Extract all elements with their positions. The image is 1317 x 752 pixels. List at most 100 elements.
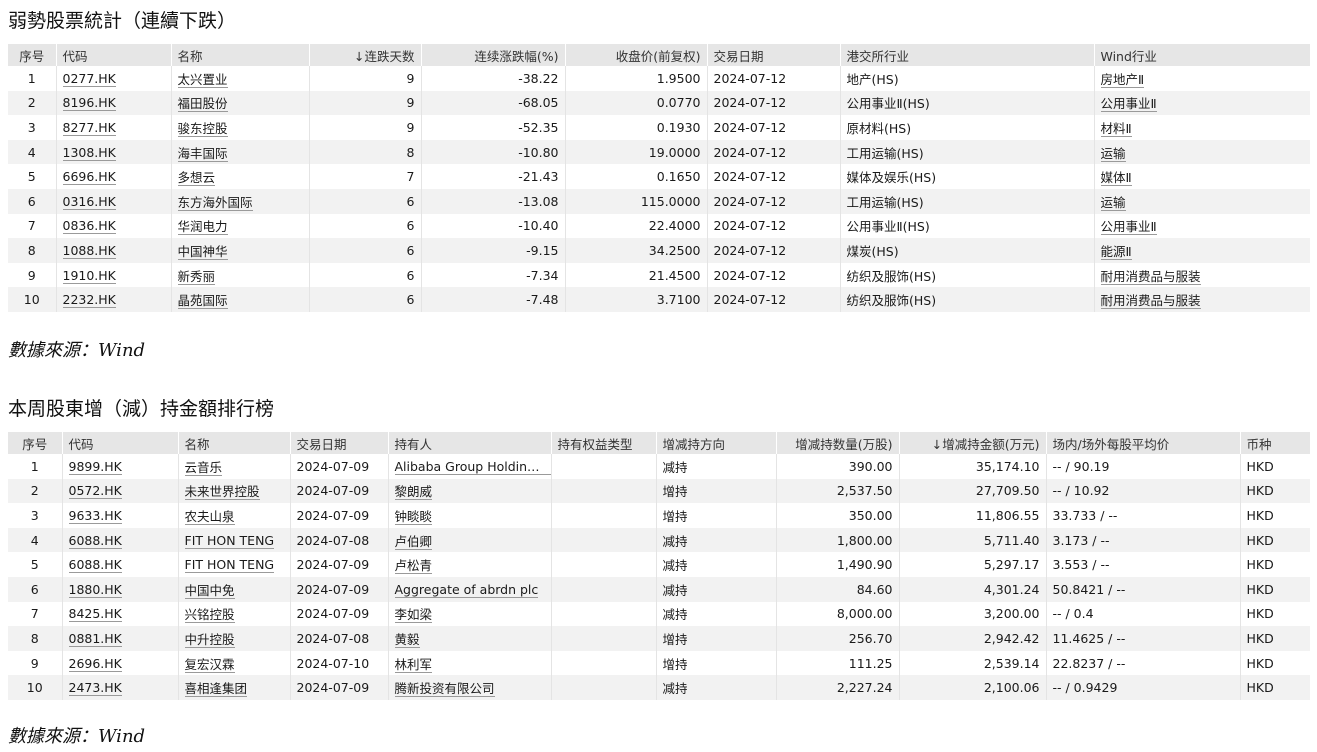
stock-code-cell: 0316.HK (56, 188, 172, 214)
stock-code-link[interactable]: 0572.HK (68, 483, 122, 500)
avg-price-cell: 50.8421 / -- (1046, 576, 1241, 602)
column-header-down-days[interactable]: ↓连跌天数 (309, 44, 422, 66)
stock-name-link[interactable]: 太兴置业 (177, 71, 228, 88)
wind-industry-cell: 运输 (1094, 139, 1310, 165)
wind-industry-link[interactable]: 能源Ⅱ (1100, 243, 1132, 260)
wind-industry-link[interactable]: 运输 (1100, 145, 1126, 162)
column-header-change-quantity[interactable]: 增减持数量(万股) (776, 432, 900, 454)
column-header-change-pct[interactable]: 连续涨跌幅(%) (421, 44, 566, 66)
stock-code-cell: 9899.HK (62, 454, 179, 479)
stock-name-link[interactable]: 兴铭控股 (184, 607, 235, 624)
stock-code-link[interactable]: 2232.HK (62, 292, 116, 309)
stock-code-link[interactable]: 9633.HK (68, 507, 122, 524)
stock-name-link[interactable]: 新秀丽 (177, 268, 216, 285)
stock-name-link[interactable]: 海丰国际 (177, 145, 228, 162)
stock-code-link[interactable]: 9899.HK (68, 458, 122, 475)
stock-name-link[interactable]: 复宏汉霖 (184, 656, 235, 673)
stock-name-link[interactable]: FIT HON TENG (184, 557, 275, 574)
wind-industry-link[interactable]: 公用事业Ⅱ (1100, 96, 1157, 113)
direction-cell: 增持 (656, 650, 777, 676)
stock-name-link[interactable]: 华润电力 (177, 219, 228, 236)
holder-link[interactable]: Alibaba Group Holding Limited (394, 458, 550, 475)
holder-link[interactable]: 卢松青 (394, 558, 433, 575)
stock-name-link[interactable]: 福田股份 (177, 96, 228, 113)
change-amount-cell: 5,297.17 (899, 552, 1047, 577)
wind-industry-link[interactable]: 耐用消费品与服装 (1100, 268, 1201, 285)
change-quantity-cell: 84.60 (776, 576, 900, 602)
stock-code-link[interactable]: 2696.HK (68, 655, 122, 672)
index-cell: 6 (8, 576, 63, 602)
wind-industry-link[interactable]: 材料Ⅱ (1100, 120, 1132, 137)
stock-name-link[interactable]: 未来世界控股 (184, 484, 260, 501)
stock-name-link[interactable]: 多想云 (177, 170, 216, 187)
holder-link[interactable]: 李如梁 (394, 607, 433, 624)
stock-name-link[interactable]: 骏东控股 (177, 120, 228, 137)
holder-link[interactable]: Aggregate of abrdn plc (394, 581, 539, 598)
stock-name-link[interactable]: 中升控股 (184, 631, 235, 648)
wind-industry-link[interactable]: 公用事业Ⅱ (1100, 219, 1157, 236)
trade-date-cell: 2024-07-12 (707, 262, 841, 288)
stock-code-link[interactable]: 8425.HK (68, 606, 122, 623)
direction-cell: 增持 (656, 626, 777, 651)
stock-name-link[interactable]: 喜相逢集团 (184, 681, 248, 698)
stock-code-link[interactable]: 0836.HK (62, 218, 116, 235)
stock-code-link[interactable]: 1880.HK (68, 581, 122, 598)
stock-code-link[interactable]: 0277.HK (62, 70, 116, 87)
table-row: 3 9633.HK 农夫山泉 2024-07-09 钟睒睒 增持 350.00 11,806.… (8, 503, 1310, 528)
change-amount-cell: 4,301.24 (899, 576, 1047, 602)
stock-name-cell: 太兴置业 (171, 66, 310, 91)
change-amount-cell: 2,942.42 (899, 626, 1047, 651)
table-row: 2 0572.HK 未来世界控股 2024-07-09 黎朗威 增持 2,537.50 27,… (8, 478, 1310, 504)
stock-name-link[interactable]: 农夫山泉 (184, 508, 235, 525)
column-header-stock-code: 代码 (56, 44, 172, 66)
stock-name-cell: 中国神华 (171, 238, 310, 263)
stock-name-link[interactable]: 东方海外国际 (177, 194, 253, 211)
avg-price-cell: 22.8237 / -- (1046, 650, 1241, 676)
stock-code-link[interactable]: 0316.HK (62, 193, 116, 210)
holder-link[interactable]: 钟睒睒 (394, 508, 433, 525)
wind-industry-link[interactable]: 运输 (1100, 194, 1126, 211)
column-header-change-amount[interactable]: ↓增减持金额(万元) (899, 432, 1047, 454)
column-header-close-price[interactable]: 收盘价(前复权) (565, 44, 708, 66)
trade-date-cell: 2024-07-12 (707, 188, 841, 214)
holder-link[interactable]: 林利军 (394, 656, 433, 673)
stock-name-cell: FIT HON TENG (178, 552, 291, 577)
stock-code-link[interactable]: 2473.HK (68, 680, 122, 697)
stock-code-cell: 8425.HK (62, 601, 179, 627)
stock-name-link[interactable]: 晶苑国际 (177, 293, 228, 310)
wind-industry-cell: 材料Ⅱ (1094, 115, 1310, 140)
holder-link[interactable]: 腾新投资有限公司 (394, 681, 495, 698)
stock-code-link[interactable]: 1910.HK (62, 267, 116, 284)
avg-price-cell: 3.553 / -- (1046, 552, 1241, 577)
avg-price-cell: 3.173 / -- (1046, 527, 1241, 553)
wind-industry-link[interactable]: 耐用消费品与服装 (1100, 293, 1201, 310)
stock-name-link[interactable]: 云音乐 (184, 459, 223, 476)
stock-code-link[interactable]: 1088.HK (62, 242, 116, 259)
wind-industry-link[interactable]: 媒体Ⅱ (1100, 170, 1132, 187)
stock-code-cell: 1088.HK (56, 238, 172, 263)
stock-code-link[interactable]: 6696.HK (62, 169, 116, 186)
stock-code-link[interactable]: 0881.HK (68, 630, 122, 647)
trade-date-cell: 2024-07-08 (290, 626, 389, 651)
change-quantity-cell: 2,227.24 (776, 675, 900, 700)
down-days-cell: 6 (309, 287, 422, 312)
stock-code-link[interactable]: 6088.HK (68, 557, 122, 574)
stock-code-link[interactable]: 6088.HK (68, 532, 122, 549)
wind-industry-link[interactable]: 房地产Ⅱ (1100, 71, 1145, 88)
stock-name-link[interactable]: 中国中免 (184, 582, 235, 599)
wind-industry-cell: 公用事业Ⅱ (1094, 90, 1310, 116)
stock-name-cell: 中升控股 (178, 626, 291, 651)
stock-name-link[interactable]: 中国神华 (177, 243, 228, 260)
stock-name-link[interactable]: FIT HON TENG (184, 532, 275, 549)
weak-stocks-table: 序号 代码 名称 ↓连跌天数 连续涨跌幅(%) 收盘价(前复权) 交易日期 港交所行业 Wind… (8, 44, 1310, 312)
stock-code-link[interactable]: 1308.HK (62, 144, 116, 161)
hkex-industry-cell: 纺织及服饰(HS) (840, 262, 1095, 288)
holder-link[interactable]: 黄毅 (394, 631, 420, 648)
holder-link[interactable]: 黎朗威 (394, 484, 433, 501)
direction-cell: 减持 (656, 601, 777, 627)
stock-code-link[interactable]: 8196.HK (62, 95, 116, 112)
stock-code-link[interactable]: 8277.HK (62, 119, 116, 136)
wind-industry-cell: 运输 (1094, 188, 1310, 214)
holder-link[interactable]: 卢伯卿 (394, 533, 433, 550)
stock-name-cell: 复宏汉霖 (178, 650, 291, 676)
